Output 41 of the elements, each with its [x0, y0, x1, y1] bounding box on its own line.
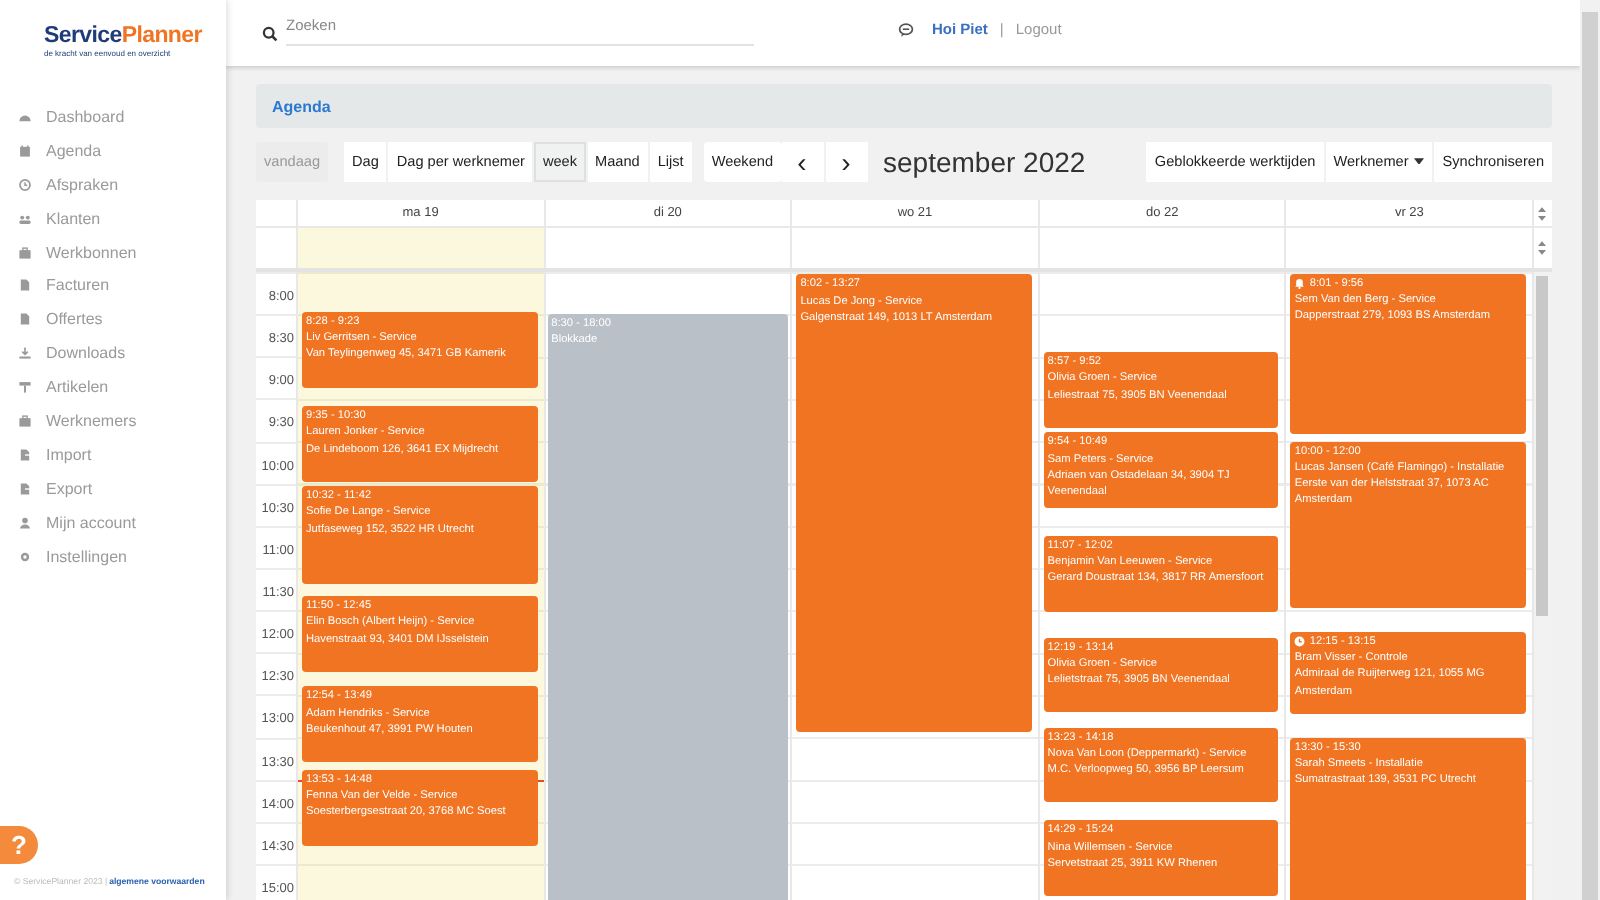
sidebar-item[interactable]: Werknemers	[0, 404, 226, 438]
sidebar-item[interactable]: Instellingen	[0, 539, 226, 573]
sidebar-item[interactable]: Import	[0, 437, 226, 472]
sidebar-item[interactable]: Export	[0, 471, 226, 506]
bell-icon	[1294, 278, 1306, 290]
settings-icon	[18, 549, 32, 564]
download-icon	[18, 346, 32, 361]
sidebar-item[interactable]: Mijn account	[0, 505, 226, 540]
caret-icon	[1414, 157, 1425, 165]
people-icon	[18, 211, 32, 226]
previous-button[interactable]: ‹	[781, 141, 824, 181]
sidebar-item[interactable]: Artikelen	[0, 370, 226, 405]
file-icon	[18, 278, 32, 293]
chat-icon[interactable]	[898, 21, 914, 37]
id-card-icon	[18, 413, 32, 428]
sidebar-item[interactable]: Agenda	[0, 133, 226, 168]
import-icon	[18, 447, 32, 462]
sidebar-item[interactable]: Offertes	[0, 302, 226, 337]
file-icon	[18, 312, 32, 327]
export-icon	[18, 481, 32, 496]
clock-icon	[18, 177, 32, 192]
scrollbar[interactable]	[1531, 272, 1552, 900]
search-icon	[262, 25, 278, 41]
sidebar-item[interactable]: Werkbonnen	[0, 235, 226, 269]
next-button[interactable]: ›	[825, 141, 868, 181]
sidebar-item[interactable]: Downloads	[0, 336, 226, 371]
briefcase-icon	[18, 245, 32, 259]
help-button[interactable]: ?	[0, 826, 38, 864]
sidebar-item[interactable]: Dashboard	[0, 100, 226, 134]
sidebar-item[interactable]: Klanten	[0, 201, 226, 236]
logo: ServicePlanner	[44, 24, 204, 48]
calendar-title: september 2022	[883, 145, 1086, 177]
clock-icon	[1294, 636, 1306, 648]
scroll-arrows-icon	[1538, 205, 1547, 221]
scroll-arrows-icon	[1538, 240, 1547, 256]
calendar-icon	[18, 143, 32, 158]
page-title: Agenda	[272, 97, 331, 115]
sidebar-item[interactable]: Afspraken	[0, 167, 226, 202]
signpost-icon	[18, 380, 32, 395]
user-icon	[18, 515, 32, 530]
sidebar-item[interactable]: Facturen	[0, 268, 226, 303]
